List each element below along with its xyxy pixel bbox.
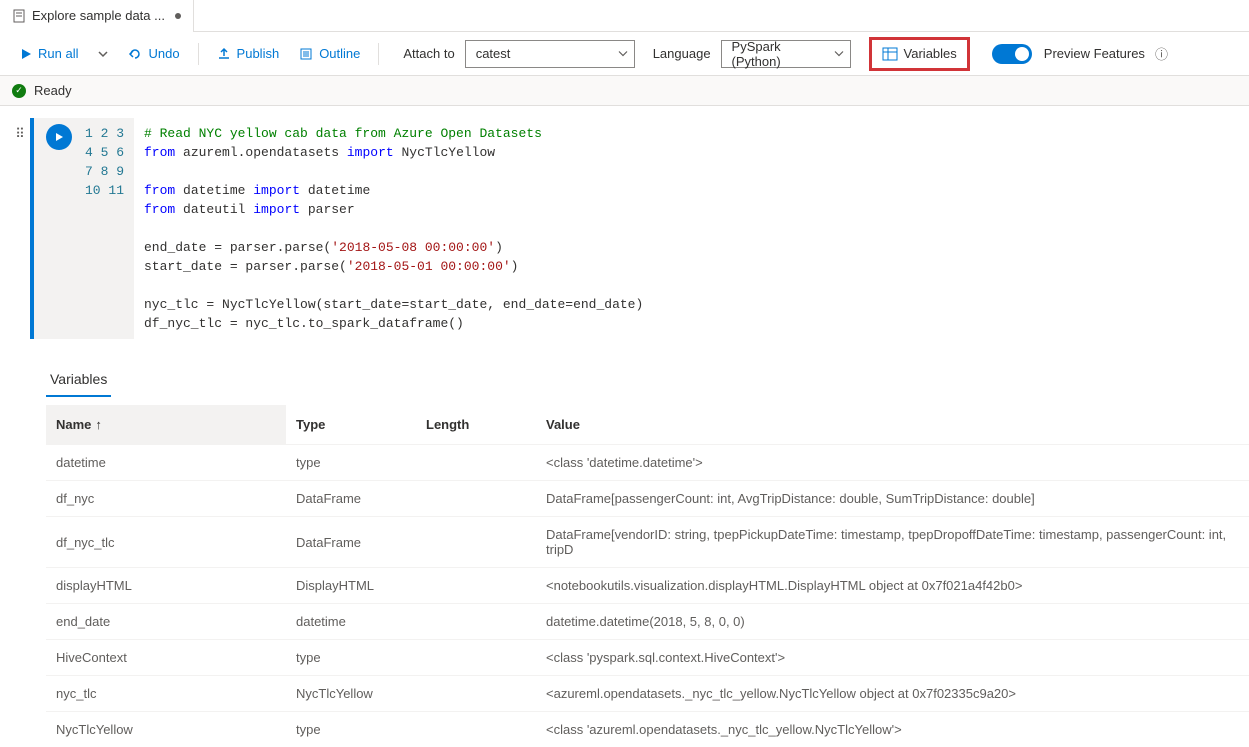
table-row[interactable]: nyc_tlcNycTlcYellow <azureml.opendatasets…: [46, 676, 1249, 712]
cell-length: [416, 640, 536, 676]
attach-to-select[interactable]: catest: [465, 40, 635, 68]
cell-type: type: [286, 640, 416, 676]
publish-icon: [217, 47, 231, 61]
cell-value: <notebookutils.visualization.displayHTML…: [536, 568, 1249, 604]
info-icon[interactable]: ⓘ: [1155, 44, 1168, 63]
variables-button[interactable]: Variables: [869, 37, 970, 71]
cell-type: NycTlcYellow: [286, 676, 416, 712]
cell-type: DataFrame: [286, 517, 416, 568]
cell-length: [416, 568, 536, 604]
preview-features-toggle[interactable]: [992, 44, 1032, 64]
publish-label: Publish: [237, 46, 280, 61]
cell-length: [416, 604, 536, 640]
unsaved-indicator-icon: [175, 13, 181, 19]
variables-panel: Variables Name↑ Type Length Value dateti…: [0, 351, 1249, 747]
variables-label: Variables: [904, 46, 957, 61]
cell-value: <class 'pyspark.sql.context.HiveContext'…: [536, 640, 1249, 676]
variables-tab[interactable]: Variables: [46, 363, 111, 397]
cell-value: <class 'azureml.opendatasets._nyc_tlc_ye…: [536, 712, 1249, 747]
status-text: Ready: [34, 83, 72, 98]
col-header-value[interactable]: Value: [536, 405, 1249, 445]
chevron-down-icon: [618, 46, 628, 61]
col-header-name[interactable]: Name↑: [46, 405, 286, 445]
play-icon: [54, 132, 64, 142]
play-icon: [20, 48, 32, 60]
separator: [198, 43, 199, 65]
cell-length: [416, 676, 536, 712]
table-row[interactable]: displayHTMLDisplayHTML <notebookutils.vis…: [46, 568, 1249, 604]
cell-value: <azureml.opendatasets._nyc_tlc_yellow.Ny…: [536, 676, 1249, 712]
outline-icon: [299, 47, 313, 61]
publish-button[interactable]: Publish: [209, 39, 288, 69]
table-row[interactable]: end_datedatetime datetime.datetime(2018, …: [46, 604, 1249, 640]
cell-name: datetime: [46, 445, 286, 481]
line-gutter: 1 2 3 4 5 6 7 8 9 10 11: [84, 118, 134, 339]
cell-value: <class 'datetime.datetime'>: [536, 445, 1249, 481]
separator: [378, 43, 379, 65]
variables-table: Name↑ Type Length Value datetimetype<cla…: [46, 405, 1249, 747]
language-select[interactable]: PySpark (Python): [721, 40, 851, 68]
cell-name: df_nyc: [46, 481, 286, 517]
table-row[interactable]: NycTlcYellowtype <class 'azureml.opendata…: [46, 712, 1249, 747]
cell-length: [416, 445, 536, 481]
outline-label: Outline: [319, 46, 360, 61]
code-cell: 1 2 3 4 5 6 7 8 9 10 11 # Read NYC yello…: [30, 118, 1239, 339]
cell-container: ⠿ 1 2 3 4 5 6 7 8 9 10 11 # Read NYC yel…: [0, 106, 1249, 351]
cell-value: DataFrame[vendorID: string, tpepPickupDa…: [536, 517, 1249, 568]
status-ready-icon: ✓: [12, 84, 26, 98]
cell-name: df_nyc_tlc: [46, 517, 286, 568]
table-row[interactable]: HiveContexttype <class 'pyspark.sql.conte…: [46, 640, 1249, 676]
table-row[interactable]: df_nycDataFrame DataFrame[passengerCount:…: [46, 481, 1249, 517]
cell-length: [416, 481, 536, 517]
run-column: [34, 118, 84, 339]
cell-name: HiveContext: [46, 640, 286, 676]
cell-length: [416, 712, 536, 747]
undo-label: Undo: [148, 46, 179, 61]
cell-type: datetime: [286, 604, 416, 640]
chevron-down-icon: [98, 49, 108, 59]
toolbar: Run all Undo Publish Outline Attach to c…: [0, 32, 1249, 76]
tab-bar: Explore sample data ...: [0, 0, 1249, 32]
outline-button[interactable]: Outline: [291, 39, 368, 69]
cell-type: DisplayHTML: [286, 568, 416, 604]
toggle-knob: [1015, 47, 1029, 61]
drag-handle-icon[interactable]: ⠿: [10, 118, 30, 339]
run-all-label: Run all: [38, 46, 78, 61]
cell-type: DataFrame: [286, 481, 416, 517]
language-value: PySpark (Python): [732, 39, 826, 69]
cell-name: NycTlcYellow: [46, 712, 286, 747]
variables-icon: [882, 47, 898, 61]
run-all-dropdown[interactable]: [90, 39, 116, 69]
tab-title: Explore sample data ...: [32, 8, 165, 23]
undo-icon: [128, 47, 142, 61]
cell-name: displayHTML: [46, 568, 286, 604]
col-header-length[interactable]: Length: [416, 405, 536, 445]
notebook-icon: [12, 9, 26, 23]
status-bar: ✓ Ready: [0, 76, 1249, 106]
table-row[interactable]: df_nyc_tlcDataFrame DataFrame[vendorID: s…: [46, 517, 1249, 568]
cell-type: type: [286, 712, 416, 747]
table-row[interactable]: datetimetype <class 'datetime.datetime'>: [46, 445, 1249, 481]
undo-button[interactable]: Undo: [120, 39, 187, 69]
run-all-button[interactable]: Run all: [12, 39, 86, 69]
attach-to-label: Attach to: [403, 46, 454, 61]
cell-value: datetime.datetime(2018, 5, 8, 0, 0): [536, 604, 1249, 640]
language-label: Language: [653, 46, 711, 61]
col-header-type[interactable]: Type: [286, 405, 416, 445]
preview-features-label: Preview Features: [1044, 46, 1145, 61]
cell-name: nyc_tlc: [46, 676, 286, 712]
code-editor[interactable]: # Read NYC yellow cab data from Azure Op…: [134, 118, 1239, 339]
cell-type: type: [286, 445, 416, 481]
notebook-tab[interactable]: Explore sample data ...: [0, 0, 194, 32]
cell-value: DataFrame[passengerCount: int, AvgTripDi…: [536, 481, 1249, 517]
cell-length: [416, 517, 536, 568]
run-cell-button[interactable]: [46, 124, 72, 150]
sort-asc-icon: ↑: [95, 417, 102, 432]
cell-name: end_date: [46, 604, 286, 640]
chevron-down-icon: [834, 46, 844, 61]
attach-to-value: catest: [476, 46, 511, 61]
